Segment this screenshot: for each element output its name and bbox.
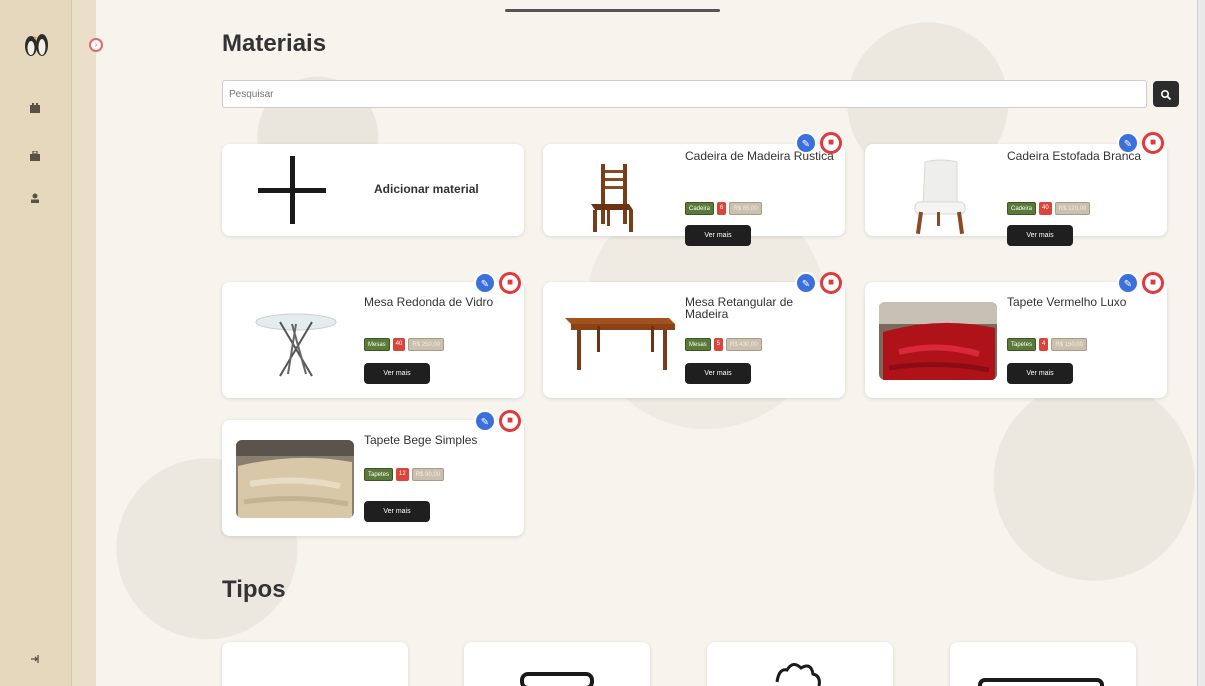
red-rug-image	[879, 302, 997, 380]
qty-badge: 4	[1039, 338, 1049, 351]
badges: Mesas 40 R$ 250,00	[364, 338, 445, 351]
material-name: Tapete Bege Simples	[364, 433, 478, 447]
type-card[interactable]	[707, 642, 893, 686]
glass-table-image	[236, 302, 354, 380]
price-badge: R$ 90,00	[411, 468, 445, 481]
add-material-card[interactable]: Adicionar material	[222, 144, 524, 236]
search-button[interactable]	[1153, 81, 1179, 107]
type-badge: Tapetes	[1007, 338, 1037, 351]
delete-button[interactable]: ■	[499, 272, 521, 294]
qty-badge: 40	[392, 338, 406, 351]
top-handle	[505, 9, 720, 12]
material-card: Tapete Bege Simples Tapetes 12 R$ 90,00 …	[222, 410, 524, 536]
material-card: Mesa Retangular de Madeira Mesas 5 R$ 43…	[543, 272, 845, 398]
material-card: Tapete Vermelho Luxo Tapetes 4 R$ 150,00…	[865, 272, 1167, 398]
qty-badge: 12	[396, 468, 409, 481]
material-name: Mesa Retangular de Madeira	[685, 295, 794, 321]
badges: Tapetes 12 R$ 90,00	[364, 468, 445, 481]
edit-button[interactable]: ✎	[474, 410, 496, 432]
edit-button[interactable]: ✎	[795, 132, 817, 154]
chair-white-image	[879, 156, 997, 234]
material-name: Mesa Redonda de Vidro	[364, 295, 494, 309]
material-card: Cadeira de Madeira Rústica Cadeira 6 R$ …	[543, 132, 845, 246]
collapse-sidebar-button[interactable]: ›	[89, 38, 103, 52]
badges: Tapetes 4 R$ 150,00	[1007, 338, 1088, 351]
badges: Mesas 5 R$ 430,00	[685, 338, 762, 351]
edit-button[interactable]: ✎	[474, 272, 496, 294]
delete-button[interactable]: ■	[1142, 132, 1164, 154]
types-title: Tipos	[222, 576, 286, 603]
scrollbar[interactable]	[1197, 0, 1205, 686]
add-material-label: Adicionar material	[374, 182, 479, 196]
delete-button[interactable]: ■	[820, 272, 842, 294]
materials-title: Materiais	[222, 30, 327, 57]
see-more-button[interactable]: Ver mais	[364, 363, 430, 384]
price-badge: R$ 150,00	[1051, 338, 1088, 351]
qty-badge: 6	[717, 202, 727, 215]
trash-icon: ■	[1149, 277, 1157, 288]
trash-icon: ■	[506, 277, 514, 288]
badges: Cadeira 40 R$ 120,00	[1007, 202, 1091, 215]
type-badge: Tapetes	[364, 468, 394, 481]
see-more-button[interactable]: Ver mais	[685, 225, 751, 246]
beige-rug-image	[236, 440, 354, 518]
see-more-button[interactable]: Ver mais	[1007, 225, 1073, 246]
material-name: Tapete Vermelho Luxo	[1007, 295, 1127, 309]
plus-icon	[258, 156, 326, 224]
type-card[interactable]	[464, 642, 650, 686]
type-card[interactable]	[950, 642, 1136, 686]
pencil-icon: ✎	[480, 417, 490, 428]
pencil-icon: ✎	[801, 139, 811, 150]
search-icon	[1160, 89, 1172, 100]
type-badge: Cadeira	[1007, 202, 1037, 215]
briefcase-icon[interactable]	[26, 148, 44, 166]
pencil-icon: ✎	[480, 279, 490, 290]
trash-icon: ■	[827, 137, 835, 148]
qty-badge: 5	[713, 338, 724, 351]
edit-button[interactable]: ✎	[795, 272, 817, 294]
edit-button[interactable]: ✎	[1117, 272, 1139, 294]
trash-icon: ■	[506, 415, 514, 426]
chair-rustic-image	[557, 156, 675, 234]
type-badge: Cadeira	[685, 202, 715, 215]
material-card: Mesa Redonda de Vidro Mesas 40 R$ 250,00…	[222, 272, 524, 398]
price-badge: R$ 250,00	[408, 338, 445, 351]
table-type-icon	[520, 672, 594, 686]
price-badge: R$ 430,00	[726, 338, 762, 351]
rug-type-icon	[978, 678, 1104, 686]
wooden-table-image	[557, 296, 675, 374]
see-more-button[interactable]: Ver mais	[685, 363, 751, 384]
edit-button[interactable]: ✎	[1117, 132, 1139, 154]
qty-badge: 40	[1039, 202, 1052, 215]
flower-type-icon	[775, 663, 821, 686]
delete-button[interactable]: ■	[499, 410, 521, 432]
penguins-logo-icon[interactable]	[22, 28, 50, 58]
type-card[interactable]	[222, 642, 408, 686]
trash-icon: ■	[827, 277, 835, 288]
price-badge: R$ 85,00	[729, 202, 762, 215]
see-more-button[interactable]: Ver mais	[1007, 363, 1073, 384]
pencil-icon: ✎	[1123, 139, 1133, 150]
calendar-icon[interactable]	[26, 100, 44, 118]
material-card: Cadeira Estofada Branca Cadeira 40 R$ 12…	[865, 132, 1167, 246]
type-badge: Mesas	[364, 338, 390, 351]
pencil-icon: ✎	[801, 279, 811, 290]
price-badge: R$ 120,00	[1054, 202, 1091, 215]
pencil-icon: ✎	[1123, 279, 1133, 290]
badges: Cadeira 6 R$ 85,00	[685, 202, 762, 215]
trash-icon: ■	[1149, 137, 1157, 148]
delete-button[interactable]: ■	[1142, 272, 1164, 294]
sidebar	[0, 0, 96, 686]
search-input[interactable]	[222, 80, 1147, 108]
see-more-button[interactable]: Ver mais	[364, 501, 430, 522]
user-icon[interactable]	[26, 190, 44, 208]
delete-button[interactable]: ■	[820, 132, 842, 154]
type-badge: Mesas	[685, 338, 711, 351]
logout-icon[interactable]	[26, 651, 44, 669]
